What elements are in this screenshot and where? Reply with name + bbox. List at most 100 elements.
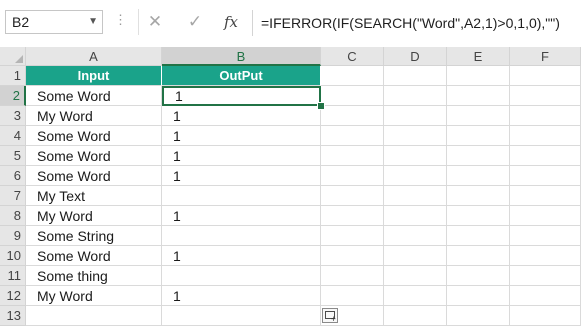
cell-a9[interactable]: Some String bbox=[26, 226, 162, 246]
cell-c7[interactable] bbox=[321, 186, 384, 206]
cell-d4[interactable] bbox=[384, 126, 447, 146]
cell-c6[interactable] bbox=[321, 166, 384, 186]
cell-d2[interactable] bbox=[384, 86, 447, 106]
cell-c4[interactable] bbox=[321, 126, 384, 146]
cell-d9[interactable] bbox=[384, 226, 447, 246]
insert-function-icon[interactable]: fx bbox=[218, 10, 244, 34]
cell-f12[interactable] bbox=[510, 286, 581, 306]
cell-b5[interactable]: 1 bbox=[162, 146, 321, 166]
chevron-down-icon[interactable]: ▼ bbox=[88, 11, 98, 33]
column-header-d[interactable]: D bbox=[384, 47, 447, 66]
cell-a7[interactable]: My Text bbox=[26, 186, 162, 206]
cell-f5[interactable] bbox=[510, 146, 581, 166]
row-header-10[interactable]: 10 bbox=[0, 246, 26, 266]
cell-d11[interactable] bbox=[384, 266, 447, 286]
cell-c12[interactable] bbox=[321, 286, 384, 306]
cell-e5[interactable] bbox=[447, 146, 510, 166]
row-header-13[interactable]: 13 bbox=[0, 306, 26, 326]
formula-input[interactable]: =IFERROR(IF(SEARCH("Word",A2,1)>0,1,0),"… bbox=[252, 10, 581, 36]
cell-b6[interactable]: 1 bbox=[162, 166, 321, 186]
cell-a2[interactable]: Some Word bbox=[26, 86, 162, 106]
cell-c8[interactable] bbox=[321, 206, 384, 226]
name-box[interactable]: B2 ▼ bbox=[5, 10, 103, 34]
quick-analysis-icon[interactable]: + bbox=[322, 308, 338, 324]
cell-d1[interactable] bbox=[384, 66, 447, 86]
cell-d5[interactable] bbox=[384, 146, 447, 166]
column-header-e[interactable]: E bbox=[447, 47, 510, 66]
cell-b9[interactable] bbox=[162, 226, 321, 246]
row-header-4[interactable]: 4 bbox=[0, 126, 26, 146]
cell-f7[interactable] bbox=[510, 186, 581, 206]
cell-f3[interactable] bbox=[510, 106, 581, 126]
cell-b7[interactable] bbox=[162, 186, 321, 206]
cell-a5[interactable]: Some Word bbox=[26, 146, 162, 166]
cell-c5[interactable] bbox=[321, 146, 384, 166]
cancel-icon[interactable]: ✕ bbox=[142, 10, 168, 34]
cell-e2[interactable] bbox=[447, 86, 510, 106]
cell-f8[interactable] bbox=[510, 206, 581, 226]
enter-icon[interactable]: ✓ bbox=[182, 10, 208, 34]
cell-a12[interactable]: My Word bbox=[26, 286, 162, 306]
cell-d6[interactable] bbox=[384, 166, 447, 186]
cell-b3[interactable]: 1 bbox=[162, 106, 321, 126]
column-header-a[interactable]: A bbox=[26, 47, 162, 66]
cell-e12[interactable] bbox=[447, 286, 510, 306]
cell-b4[interactable]: 1 bbox=[162, 126, 321, 146]
cell-b10[interactable]: 1 bbox=[162, 246, 321, 266]
cell-a8[interactable]: My Word bbox=[26, 206, 162, 226]
row-header-7[interactable]: 7 bbox=[0, 186, 26, 206]
cell-f13[interactable] bbox=[510, 306, 581, 326]
cell-d3[interactable] bbox=[384, 106, 447, 126]
row-header-8[interactable]: 8 bbox=[0, 206, 26, 226]
cell-f2[interactable] bbox=[510, 86, 581, 106]
column-header-c[interactable]: C bbox=[321, 47, 384, 66]
cell-d7[interactable] bbox=[384, 186, 447, 206]
cell-b13[interactable] bbox=[162, 306, 321, 326]
cell-a6[interactable]: Some Word bbox=[26, 166, 162, 186]
row-header-6[interactable]: 6 bbox=[0, 166, 26, 186]
row-header-3[interactable]: 3 bbox=[0, 106, 26, 126]
cell-e3[interactable] bbox=[447, 106, 510, 126]
cell-c1[interactable] bbox=[321, 66, 384, 86]
cell-a13[interactable] bbox=[26, 306, 162, 326]
cell-d12[interactable] bbox=[384, 286, 447, 306]
row-header-12[interactable]: 12 bbox=[0, 286, 26, 306]
row-header-9[interactable]: 9 bbox=[0, 226, 26, 246]
cell-a4[interactable]: Some Word bbox=[26, 126, 162, 146]
row-header-11[interactable]: 11 bbox=[0, 266, 26, 286]
cell-d8[interactable] bbox=[384, 206, 447, 226]
cell-a11[interactable]: Some thing bbox=[26, 266, 162, 286]
cell-e10[interactable] bbox=[447, 246, 510, 266]
row-header-1[interactable]: 1 bbox=[0, 66, 26, 86]
fill-handle[interactable] bbox=[317, 102, 325, 110]
cell-f4[interactable] bbox=[510, 126, 581, 146]
active-cell-b2[interactable]: 1 bbox=[162, 86, 321, 106]
cell-e1[interactable] bbox=[447, 66, 510, 86]
cell-c9[interactable] bbox=[321, 226, 384, 246]
cell-f11[interactable] bbox=[510, 266, 581, 286]
cell-c2[interactable] bbox=[321, 86, 384, 106]
cell-f10[interactable] bbox=[510, 246, 581, 266]
row-header-5[interactable]: 5 bbox=[0, 146, 26, 166]
row-header-2[interactable]: 2 bbox=[0, 86, 26, 106]
cell-d10[interactable] bbox=[384, 246, 447, 266]
cell-c3[interactable] bbox=[321, 106, 384, 126]
cell-f9[interactable] bbox=[510, 226, 581, 246]
cell-f6[interactable] bbox=[510, 166, 581, 186]
cell-b1[interactable]: OutPut bbox=[162, 66, 321, 86]
cell-a1[interactable]: Input bbox=[26, 66, 162, 86]
cell-e9[interactable] bbox=[447, 226, 510, 246]
cell-e8[interactable] bbox=[447, 206, 510, 226]
cell-f1[interactable] bbox=[510, 66, 581, 86]
cell-e13[interactable] bbox=[447, 306, 510, 326]
cell-d13[interactable] bbox=[384, 306, 447, 326]
select-all-corner[interactable] bbox=[0, 47, 26, 66]
cell-e11[interactable] bbox=[447, 266, 510, 286]
cell-c10[interactable] bbox=[321, 246, 384, 266]
cell-e4[interactable] bbox=[447, 126, 510, 146]
cell-e6[interactable] bbox=[447, 166, 510, 186]
column-header-f[interactable]: F bbox=[510, 47, 581, 66]
cell-b11[interactable] bbox=[162, 266, 321, 286]
cell-b8[interactable]: 1 bbox=[162, 206, 321, 226]
column-header-b[interactable]: B bbox=[162, 47, 321, 66]
